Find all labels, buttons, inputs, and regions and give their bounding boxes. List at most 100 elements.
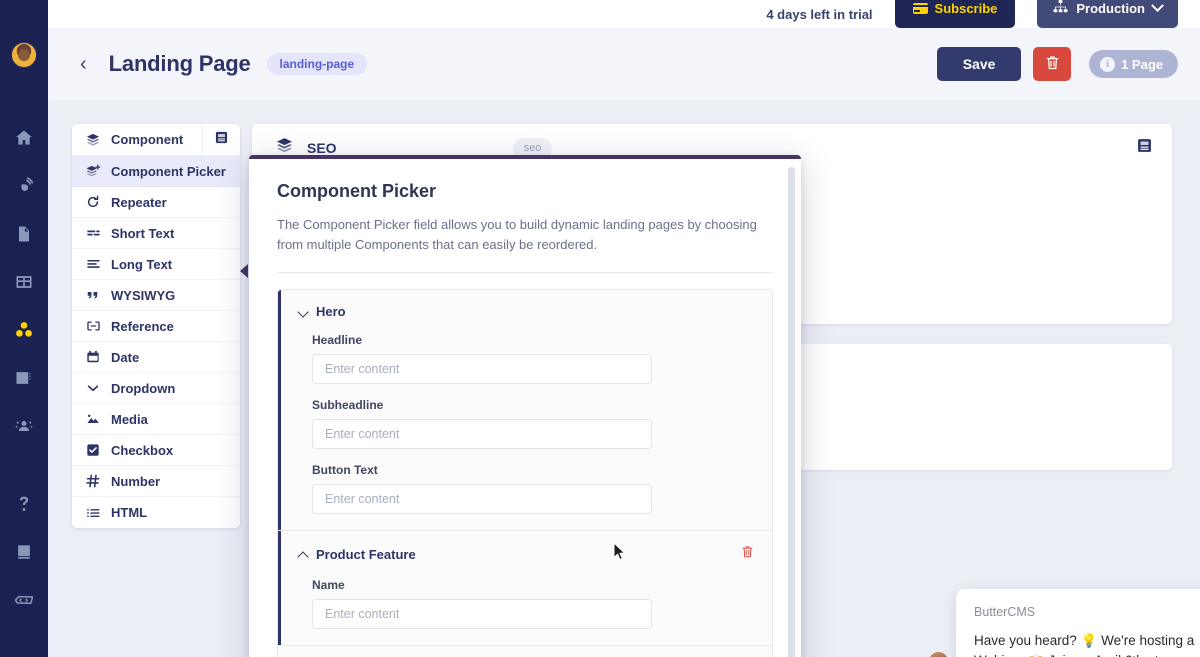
intercom-sender: ButterCMS bbox=[974, 605, 1036, 619]
home-icon bbox=[14, 128, 34, 148]
field-type-label: Number bbox=[111, 473, 161, 489]
link-icon bbox=[84, 319, 102, 333]
slug-badge: landing-page bbox=[266, 53, 368, 75]
field-type-short-text[interactable]: Short Text bbox=[72, 218, 240, 249]
table-icon bbox=[14, 272, 34, 292]
long-text-icon bbox=[84, 257, 102, 271]
field-label: Button Text bbox=[312, 463, 378, 478]
form-field-button-text: Button Text Enter content bbox=[298, 463, 754, 515]
field-type-reference[interactable]: Reference bbox=[72, 311, 240, 342]
field-type-long-text[interactable]: Long Text bbox=[72, 249, 240, 280]
selection-pointer bbox=[240, 264, 248, 278]
field-type-label: HTML bbox=[111, 505, 148, 520]
field-type-component-picker[interactable]: Component Picker bbox=[72, 156, 240, 187]
form-field-name: Name Enter content bbox=[298, 578, 754, 630]
rail-item-team[interactable] bbox=[0, 402, 48, 450]
field-type-dropdown[interactable]: Dropdown bbox=[72, 373, 240, 404]
field-type-wysiwyg[interactable]: WYSIWYG bbox=[72, 280, 240, 311]
layers-icon bbox=[84, 133, 102, 147]
rail-item-blog[interactable] bbox=[0, 162, 48, 210]
code-icon bbox=[13, 590, 35, 610]
header-actions: Save i 1 Page bbox=[937, 47, 1178, 81]
rail-item-media[interactable] bbox=[0, 354, 48, 402]
trial-topbar: 4 days left in trial Subscribe Productio… bbox=[48, 0, 1200, 28]
name-input[interactable]: Enter content bbox=[312, 599, 652, 630]
repeat-icon bbox=[84, 195, 102, 209]
environment-label: Production bbox=[1076, 0, 1145, 16]
field-type-html[interactable]: HTML bbox=[72, 497, 240, 528]
modal-description: The Component Picker field allows you to… bbox=[277, 215, 773, 274]
component-preview: Hero Headline Enter content Subheadline … bbox=[277, 289, 773, 657]
book-icon bbox=[215, 131, 228, 149]
modal-title: Component Picker bbox=[277, 181, 437, 201]
component-name: Hero bbox=[316, 304, 346, 320]
rail-icon-list bbox=[0, 114, 48, 624]
component-block-product-feature: Product Feature Name Enter content bbox=[278, 531, 772, 647]
component-name: Product Feature bbox=[316, 547, 416, 563]
field-type-label: Repeater bbox=[111, 194, 167, 210]
component-block-hero: Hero Headline Enter content Subheadline … bbox=[278, 290, 772, 532]
list-icon bbox=[84, 506, 102, 520]
page-count-label: 1 Page bbox=[1121, 56, 1163, 72]
question-mark-icon bbox=[14, 494, 34, 514]
delete-component-button[interactable] bbox=[741, 545, 754, 564]
modal-scrollbar-thumb[interactable] bbox=[788, 167, 795, 657]
chevron-up-icon[interactable] bbox=[298, 549, 309, 560]
field-type-checkbox[interactable]: Checkbox bbox=[72, 435, 240, 466]
avatar bbox=[927, 650, 950, 657]
rail-item-help[interactable] bbox=[0, 480, 48, 528]
hash-icon bbox=[84, 474, 102, 488]
environment-selector[interactable]: Production bbox=[1037, 0, 1178, 28]
headline-input[interactable]: Enter content bbox=[312, 354, 652, 385]
save-button[interactable]: Save bbox=[937, 47, 1022, 81]
user-avatar[interactable] bbox=[11, 42, 37, 68]
subheadline-input[interactable]: Enter content bbox=[312, 419, 652, 450]
page-title: Landing Page bbox=[108, 51, 251, 76]
field-type-media[interactable]: Media bbox=[72, 404, 240, 435]
field-type-number[interactable]: Number bbox=[72, 466, 240, 497]
chevron-down-icon[interactable] bbox=[298, 306, 309, 317]
layers-plus-icon bbox=[84, 164, 102, 178]
field-docs-button[interactable] bbox=[202, 124, 240, 156]
subscribe-label: Subscribe bbox=[934, 0, 998, 16]
rail-item-api[interactable] bbox=[0, 576, 48, 624]
component-header[interactable]: Product Feature bbox=[298, 545, 754, 564]
field-type-label: WYSIWYG bbox=[111, 287, 176, 303]
rail-item-home[interactable] bbox=[0, 114, 48, 162]
intercom-message-text: Have you heard? 💡 We're hosting a Webina… bbox=[974, 633, 1195, 657]
sitemap-icon bbox=[1053, 0, 1068, 16]
field-list-title: Component bbox=[111, 132, 184, 147]
page-count-badge[interactable]: i 1 Page bbox=[1089, 50, 1178, 78]
users-icon bbox=[14, 416, 34, 436]
component-header[interactable]: Hero bbox=[298, 304, 754, 319]
modal-scrollbar-track[interactable] bbox=[788, 167, 795, 657]
blog-rss-icon bbox=[14, 176, 34, 196]
seo-docs-button[interactable] bbox=[1137, 138, 1152, 158]
rail-item-components[interactable] bbox=[0, 306, 48, 354]
field-type-label: Long Text bbox=[111, 256, 173, 272]
rail-item-collections[interactable] bbox=[0, 258, 48, 306]
field-type-list: Component Component Picker Repeater Shor… bbox=[72, 124, 240, 528]
rail-item-pages[interactable] bbox=[0, 210, 48, 258]
field-label: Headline bbox=[312, 333, 363, 348]
delete-button[interactable] bbox=[1033, 47, 1072, 81]
rail-item-docs[interactable] bbox=[0, 528, 48, 576]
components-icon bbox=[14, 320, 34, 340]
image-icon bbox=[84, 412, 102, 426]
button-text-input[interactable]: Enter content bbox=[312, 484, 652, 515]
field-list-header: Component bbox=[72, 124, 240, 156]
short-text-icon bbox=[84, 226, 102, 240]
book-icon bbox=[14, 542, 34, 562]
info-icon: i bbox=[1100, 56, 1116, 72]
chevron-down-icon bbox=[84, 381, 102, 395]
form-field-subheadline: Subheadline Enter content bbox=[298, 398, 754, 450]
field-type-repeater[interactable]: Repeater bbox=[72, 187, 240, 218]
seo-label: SEO bbox=[307, 140, 337, 156]
page-icon bbox=[14, 224, 34, 244]
subscribe-button[interactable]: Subscribe bbox=[894, 0, 1016, 28]
intercom-message-card[interactable]: ButterCMS Have you heard? 💡 We're hostin… bbox=[956, 589, 1200, 657]
field-type-date[interactable]: Date bbox=[72, 342, 240, 373]
field-type-label: Checkbox bbox=[111, 442, 174, 458]
back-button[interactable]: ‹ bbox=[80, 54, 87, 74]
trial-countdown-text: 4 days left in trial bbox=[766, 6, 873, 22]
